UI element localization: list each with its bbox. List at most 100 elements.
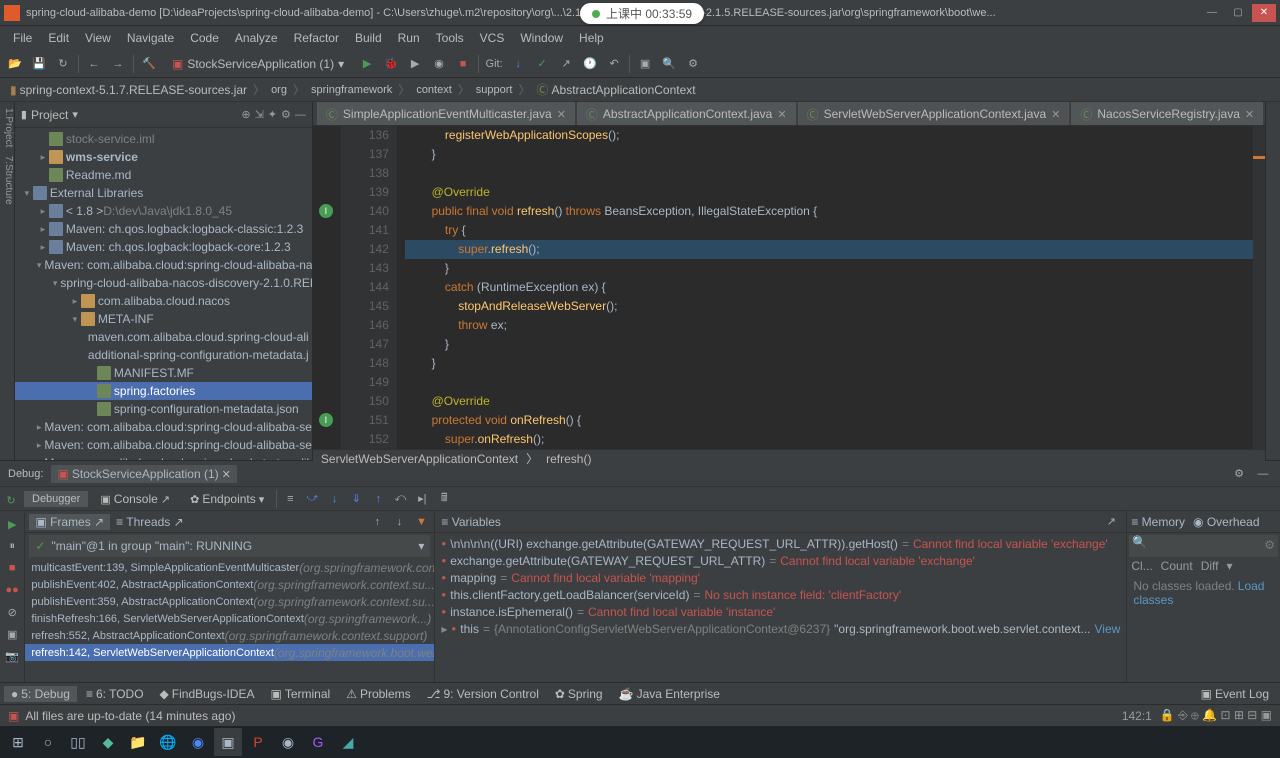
- breadcrumb-5[interactable]: ⒸAbstractApplicationContext: [533, 81, 700, 98]
- menu-window[interactable]: Window: [513, 29, 570, 47]
- settings-gear-icon[interactable]: ⚙: [281, 108, 291, 121]
- project-panel-title[interactable]: ▮ Project ▾: [21, 108, 237, 122]
- breadcrumb-4[interactable]: support: [472, 84, 517, 96]
- overhead-tab[interactable]: ◉ Overhead: [1193, 515, 1260, 529]
- tree-item[interactable]: ▾spring-cloud-alibaba-nacos-discovery-2.…: [15, 274, 312, 292]
- prev-frame-icon[interactable]: ↑: [368, 513, 386, 531]
- tree-item[interactable]: additional-spring-configuration-metadata…: [15, 346, 312, 364]
- bottom-tab[interactable]: ⎇9: Version Control: [420, 686, 546, 702]
- tree-item[interactable]: spring.factories: [15, 382, 312, 400]
- close-button[interactable]: ✕: [1252, 4, 1276, 22]
- bottom-tab[interactable]: ▣Terminal: [263, 686, 337, 702]
- tree-item[interactable]: ▸Maven: com.alibaba.cloud:spring-cloud-s…: [15, 454, 312, 460]
- menu-refactor[interactable]: Refactor: [287, 29, 346, 47]
- stack-frame[interactable]: finishRefresh:166, ServletWebServerAppli…: [25, 610, 434, 627]
- maximize-button[interactable]: ▢: [1226, 4, 1250, 22]
- tab-close-icon[interactable]: ✕: [777, 108, 786, 121]
- mute-bp-icon[interactable]: ⊘: [3, 603, 21, 621]
- tree-item[interactable]: ▸< 1.8 > D:\dev\Java\jdk1.8.0_45: [15, 202, 312, 220]
- tree-item[interactable]: ▾META-INF: [15, 310, 312, 328]
- run-icon[interactable]: ▶: [358, 55, 376, 73]
- forward-icon[interactable]: →: [109, 55, 127, 73]
- profile-icon[interactable]: ◉: [430, 55, 448, 73]
- tree-item[interactable]: ▸Maven: com.alibaba.cloud:spring-cloud-a…: [15, 436, 312, 454]
- thread-selector[interactable]: ✓"main"@1 in group "main": RUNNING▾: [29, 535, 430, 557]
- frames-tab[interactable]: ▣ Frames ↗: [29, 514, 110, 530]
- open-icon[interactable]: 📂: [6, 55, 24, 73]
- project-tree[interactable]: stock-service.iml▸wms-serviceReadme.md▾E…: [15, 128, 312, 460]
- edge-icon[interactable]: ◉: [184, 728, 212, 756]
- collapse-icon[interactable]: ✦: [268, 108, 277, 121]
- update-icon[interactable]: ↓: [509, 55, 527, 73]
- stop-icon[interactable]: ■: [454, 55, 472, 73]
- pause-icon[interactable]: ⏸: [3, 537, 21, 555]
- tree-item[interactable]: ▸Maven: ch.qos.logback:logback-classic:1…: [15, 220, 312, 238]
- select-opened-icon[interactable]: ⊕: [241, 108, 250, 121]
- code-breadcrumb-0[interactable]: ServletWebServerApplicationContext: [321, 452, 518, 466]
- editor-marker-bar[interactable]: [1253, 126, 1265, 449]
- bottom-tab[interactable]: ≡6: TODO: [79, 686, 151, 702]
- menu-tools[interactable]: Tools: [429, 29, 471, 47]
- menu-code[interactable]: Code: [183, 29, 226, 47]
- variable-row[interactable]: ●exchange.getAttribute(GATEWAY_REQUEST_U…: [435, 552, 1126, 569]
- left-tool-gutter[interactable]: 1:Project 7:Structure: [0, 102, 15, 460]
- bottom-tab[interactable]: ◆FindBugs-IDEA: [153, 686, 262, 702]
- minimize-button[interactable]: —: [1200, 4, 1224, 22]
- revert-icon[interactable]: ↶: [605, 55, 623, 73]
- status-bp-icon[interactable]: ▣: [8, 709, 19, 723]
- push-icon[interactable]: ↗: [557, 55, 575, 73]
- build-icon[interactable]: 🔨: [140, 55, 158, 73]
- debug-icon[interactable]: 🐞: [382, 55, 400, 73]
- menu-vcs[interactable]: VCS: [473, 29, 512, 47]
- tree-item[interactable]: maven.com.alibaba.cloud.spring-cloud-ali: [15, 328, 312, 346]
- tab-close-icon[interactable]: ✕: [1245, 108, 1254, 121]
- stack-frame[interactable]: refresh:142, ServletWebServerApplication…: [25, 644, 434, 661]
- chrome-icon[interactable]: 🌐: [154, 728, 182, 756]
- caret-position[interactable]: 142:1: [1122, 709, 1152, 723]
- run-config-selector[interactable]: ▣StockServiceApplication (1)▾: [164, 57, 352, 71]
- app1-icon[interactable]: ◆: [94, 728, 122, 756]
- threads-tab[interactable]: ≡ Threads ↗: [116, 515, 184, 529]
- breadcrumb-3[interactable]: context: [412, 84, 455, 96]
- breakpoints-icon[interactable]: ●●: [3, 581, 21, 599]
- commit-icon[interactable]: ✓: [533, 55, 551, 73]
- app3-icon[interactable]: G: [304, 728, 332, 756]
- code-breadcrumb-1[interactable]: refresh(): [546, 452, 591, 466]
- search-icon[interactable]: 🔍: [660, 55, 678, 73]
- tree-item[interactable]: ▾External Libraries: [15, 184, 312, 202]
- breadcrumb-0[interactable]: ▮spring-context-5.1.7.RELEASE-sources.ja…: [6, 83, 251, 97]
- drop-frame-icon[interactable]: ⤺: [391, 490, 409, 508]
- debug-run-tab[interactable]: ▣ StockServiceApplication (1) ✕: [51, 465, 236, 483]
- stop2-icon[interactable]: ■: [3, 559, 21, 577]
- editor-tab[interactable]: ⒸNacosServiceRegistry.java✕: [1071, 102, 1263, 125]
- code-editor[interactable]: registerWebApplicationScopes(); } @Overr…: [397, 126, 1265, 449]
- menu-build[interactable]: Build: [348, 29, 389, 47]
- endpoints-tab[interactable]: ✿ Endpoints ▾: [182, 490, 272, 508]
- variable-row[interactable]: ●this.clientFactory.getLoadBalancer(serv…: [435, 586, 1126, 603]
- step-frames-icon[interactable]: ≡: [281, 490, 299, 508]
- memory-tab[interactable]: ≡ Memory: [1131, 515, 1185, 529]
- stack-frame[interactable]: publishEvent:359, AbstractApplicationCon…: [25, 593, 434, 610]
- tree-item[interactable]: Readme.md: [15, 166, 312, 184]
- expand-all-icon[interactable]: ⇲: [255, 108, 264, 121]
- menu-edit[interactable]: Edit: [41, 29, 76, 47]
- layout-icon[interactable]: ▣: [3, 625, 21, 643]
- evaluate-icon[interactable]: 🖩: [435, 490, 453, 508]
- next-frame-icon[interactable]: ↓: [390, 513, 408, 531]
- override-gutter-icon[interactable]: I: [319, 204, 333, 218]
- resume-icon[interactable]: ▶: [3, 515, 21, 533]
- tree-item[interactable]: ▾Maven: com.alibaba.cloud:spring-cloud-a…: [15, 256, 312, 274]
- ppt-icon[interactable]: P: [244, 728, 272, 756]
- vars-more-icon[interactable]: ↗: [1102, 513, 1120, 531]
- tree-item[interactable]: stock-service.iml: [15, 130, 312, 148]
- menu-analyze[interactable]: Analyze: [228, 29, 285, 47]
- tab-close-icon[interactable]: ✕: [557, 108, 566, 121]
- menu-file[interactable]: File: [6, 29, 39, 47]
- step-into-icon[interactable]: ↓: [325, 490, 343, 508]
- variable-row[interactable]: ●mapping = Cannot find local variable 'm…: [435, 569, 1126, 586]
- tree-item[interactable]: ▸Maven: ch.qos.logback:logback-core:1.2.…: [15, 238, 312, 256]
- bottom-tab[interactable]: ✿Spring: [548, 686, 610, 702]
- tree-item[interactable]: ▸wms-service: [15, 148, 312, 166]
- tree-item[interactable]: MANIFEST.MF: [15, 364, 312, 382]
- debug-settings-icon[interactable]: ⚙: [1230, 465, 1248, 483]
